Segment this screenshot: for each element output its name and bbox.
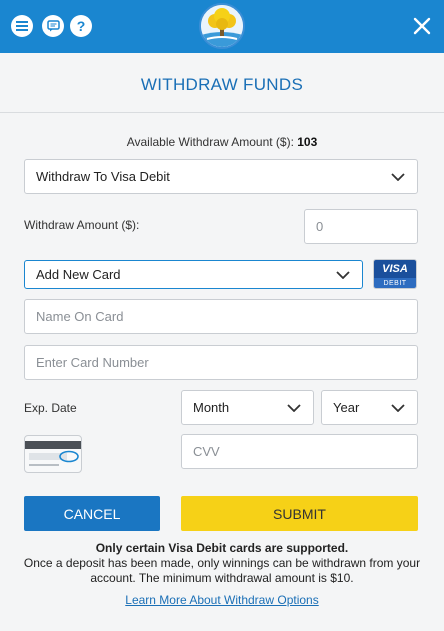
chat-icon[interactable] [42,15,64,37]
title-divider [0,112,444,113]
exp-month-select[interactable]: Month [181,390,314,425]
visa-debit-badge: VISA DEBIT [373,259,417,289]
withdraw-method-value: Withdraw To Visa Debit [36,169,170,184]
chevron-down-icon [287,403,301,412]
chevron-down-icon [336,270,350,279]
menu-icon[interactable] [11,15,33,37]
visa-notice-heading: Only certain Visa Debit cards are suppor… [95,541,349,555]
card-select[interactable]: Add New Card [24,260,363,289]
chevron-down-icon [391,172,405,181]
visa-badge-text: VISA [374,260,416,278]
cvv-card-illustration-icon [24,435,82,473]
available-amount-label: Available Withdraw Amount ($): [126,135,298,149]
submit-button[interactable]: SUBMIT [181,496,418,531]
withdraw-amount-input[interactable]: 0 [304,209,418,244]
name-on-card-placeholder: Name On Card [36,309,124,324]
tree-logo-icon[interactable] [199,3,245,49]
card-number-placeholder: Enter Card Number [36,355,149,370]
withdraw-amount-label: Withdraw Amount ($): [24,218,140,232]
exp-year-value: Year [333,400,360,415]
top-bar: ? [0,0,444,53]
withdraw-panel: WITHDRAW FUNDS Available Withdraw Amount… [0,53,444,631]
page-title: WITHDRAW FUNDS [140,75,304,94]
withdraw-method-select[interactable]: Withdraw To Visa Debit [24,159,418,194]
exp-date-label: Exp. Date [24,401,77,415]
card-number-input[interactable]: Enter Card Number [24,345,418,380]
exp-month-value: Month [193,400,230,415]
debit-badge-text: DEBIT [374,278,416,288]
available-amount-value: 103 [297,135,318,149]
withdraw-notice-text: Once a deposit has been made, only winni… [23,556,421,585]
withdraw-amount-placeholder: 0 [316,219,324,234]
learn-more-link[interactable]: Learn More About Withdraw Options [0,593,444,607]
cvv-input[interactable]: CVV [181,434,418,469]
close-icon[interactable] [412,16,432,36]
card-select-value: Add New Card [36,267,121,282]
help-icon[interactable]: ? [70,15,92,37]
cancel-button[interactable]: CANCEL [24,496,160,531]
name-on-card-input[interactable]: Name On Card [24,299,418,334]
cvv-placeholder: CVV [193,444,220,459]
chevron-down-icon [391,403,405,412]
exp-year-select[interactable]: Year [321,390,418,425]
available-amount: Available Withdraw Amount ($): 103 [0,135,444,149]
